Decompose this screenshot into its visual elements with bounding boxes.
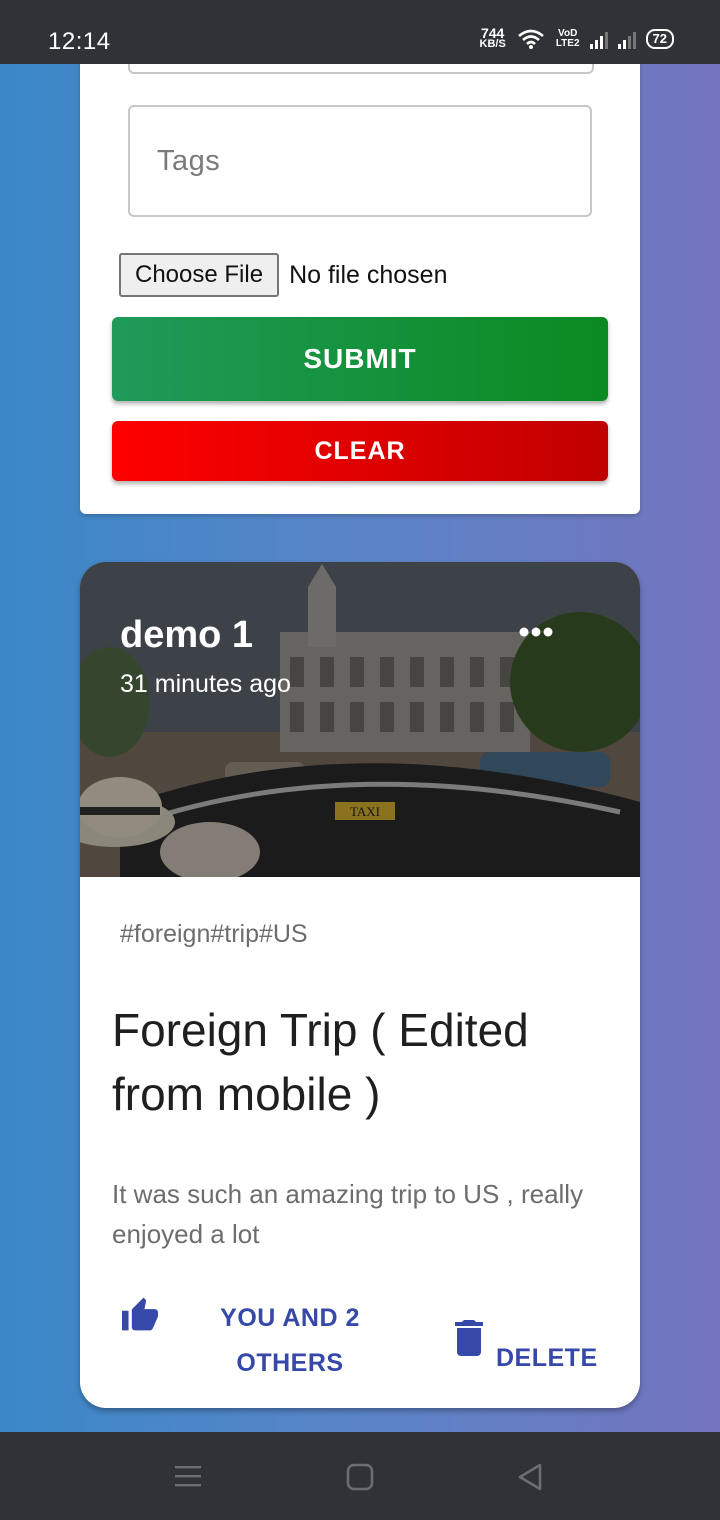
post-card: TAXI demo 1 31 minutes ago #foreign#trip… (80, 562, 640, 1408)
tags-input[interactable]: Tags (128, 105, 592, 217)
delete-button[interactable]: DELETE (496, 1344, 598, 1373)
post-time: 31 minutes ago (120, 670, 291, 698)
tags-placeholder: Tags (157, 145, 221, 177)
trash-icon[interactable] (454, 1320, 484, 1356)
menu-icon[interactable] (174, 1464, 202, 1488)
status-bar: 12:14 744 KB/S VoD LTE2 72 (0, 0, 720, 64)
like-button[interactable] (120, 1296, 160, 1332)
file-status-label: No file chosen (289, 260, 448, 289)
app-background: Tags Choose File No file chosen SUBMIT C… (0, 64, 720, 1432)
post-image: TAXI demo 1 31 minutes ago (80, 562, 640, 877)
more-horizontal-icon[interactable] (516, 618, 556, 646)
wifi-icon (517, 29, 544, 49)
signal-icon-2 (617, 29, 636, 49)
previous-field-input[interactable] (128, 64, 594, 74)
likes-count-label[interactable]: YOU AND 2 OTHERS (220, 1296, 360, 1386)
post-author: demo 1 (120, 614, 254, 656)
volte-indicator: VoD LTE2 (556, 29, 580, 49)
choose-file-button[interactable]: Choose File (119, 253, 280, 297)
system-nav-bar (0, 1432, 720, 1520)
volte-bottom: LTE2 (555, 38, 580, 49)
submit-button[interactable]: SUBMIT (112, 317, 608, 401)
status-icons: 744 KB/S VoD LTE2 72 (479, 26, 674, 50)
post-form-card: Tags Choose File No file chosen SUBMIT C… (80, 64, 640, 514)
triangle-back-icon[interactable] (516, 1462, 544, 1492)
battery-icon: 72 (645, 29, 674, 49)
post-title: Foreign Trip ( Edited from mobile ) (112, 1004, 529, 1120)
network-speed-unit: KB/S (479, 38, 506, 50)
status-time: 12:14 (48, 28, 111, 55)
image-overlay (80, 562, 640, 877)
post-tags: #foreign#trip#US (120, 920, 308, 948)
signal-icon-1 (589, 29, 608, 49)
thumb-up-icon (122, 1297, 158, 1331)
file-input: Choose File No file chosen (119, 253, 448, 297)
clear-button[interactable]: CLEAR (112, 421, 608, 481)
post-message: It was such an amazing trip to US , real… (112, 1179, 584, 1249)
network-speed: 744 KB/S (479, 26, 506, 50)
square-home-icon[interactable] (346, 1463, 374, 1491)
